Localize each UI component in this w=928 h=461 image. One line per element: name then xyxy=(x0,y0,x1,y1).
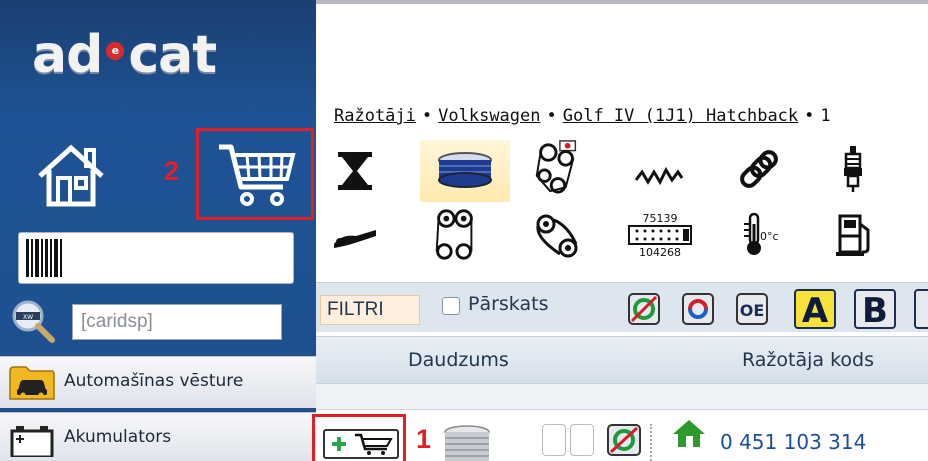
top-divider xyxy=(316,0,928,4)
table-subheader xyxy=(316,384,928,410)
wiper-icon xyxy=(334,230,376,248)
filter-no-substitutes-button[interactable] xyxy=(626,291,662,327)
logo-text-part2: cat xyxy=(128,25,217,85)
annotation-number-1: 1 xyxy=(416,424,432,454)
part-code-link[interactable]: 0 451 103 314 xyxy=(720,430,866,454)
ignition-bottom-digits: 104268 xyxy=(639,246,681,259)
add-to-cart-highlight xyxy=(312,414,406,461)
v-belt-icon xyxy=(536,214,578,258)
logo-text-part1: ad xyxy=(32,25,103,85)
svg-text:XW: XW xyxy=(23,314,33,321)
row-divider xyxy=(650,424,652,461)
category-wiper[interactable] xyxy=(320,208,390,266)
no-swap-icon xyxy=(628,293,660,325)
air-filter-icon xyxy=(438,152,492,188)
table-header: Daudzums Ražotāja kods xyxy=(316,336,928,384)
car-search-input[interactable]: [caridsp] xyxy=(72,304,282,340)
sidebar-item-label: Automašīnas vēsture xyxy=(64,371,244,391)
breadcrumb-separator: • xyxy=(546,106,557,126)
filter-b-button[interactable]: B xyxy=(854,289,896,331)
part-thumbnail-icon[interactable] xyxy=(440,424,494,461)
car-search-icon[interactable]: XW xyxy=(8,298,56,344)
column-manufacturer-code[interactable]: Ražotāja kods xyxy=(742,349,874,371)
temperature-sensor-icon: 0°c xyxy=(744,212,779,255)
breadcrumb-model[interactable]: Golf IV (1J1) Hatchback xyxy=(563,106,798,126)
home-icon[interactable] xyxy=(36,142,106,208)
chain-icon xyxy=(740,150,778,188)
overview-checkbox[interactable] xyxy=(442,297,460,315)
belt-pulley-icon xyxy=(435,209,473,260)
breadcrumb-engine[interactable]: 1 xyxy=(820,106,830,126)
breadcrumb-manufacturers[interactable]: Ražotāji xyxy=(334,106,416,126)
timing-belt-kit-icon xyxy=(535,140,577,194)
sidebar-item-label: Akumulators xyxy=(64,427,172,447)
column-quantity[interactable]: Daudzums xyxy=(408,349,509,371)
category-chain[interactable] xyxy=(724,140,794,198)
local-stock-icon xyxy=(673,420,705,447)
temperature-label: 0°c xyxy=(760,230,779,243)
main-content: Ražotāji • Volkswagen • Golf IV (1J1) Hatchb… xyxy=(312,0,928,461)
car-history-icon xyxy=(9,366,55,400)
breadcrumb: Ražotāji • Volkswagen • Golf IV (1J1) Hatchb… xyxy=(334,106,831,126)
sensor-wave-icon xyxy=(634,166,684,186)
car-search-row: XW [caridsp] xyxy=(6,296,316,344)
filter-bar: FILTRI Pārskats OE A B xyxy=(316,282,928,332)
barcode-icon xyxy=(26,239,62,277)
ignition-top-digits: 75139 xyxy=(643,212,678,225)
breadcrumb-separator: • xyxy=(804,106,815,126)
category-temperature-sensor[interactable]: 0°c xyxy=(726,206,796,264)
ignition-order-icon: 75139 104268 xyxy=(628,212,692,259)
swap-icon xyxy=(682,293,714,325)
category-hourglass[interactable] xyxy=(320,142,390,200)
breadcrumb-make[interactable]: Volkswagen xyxy=(438,106,540,126)
no-swap-icon[interactable] xyxy=(606,424,642,456)
cart-highlight xyxy=(196,128,314,220)
filters-button[interactable]: FILTRI xyxy=(320,295,420,325)
breadcrumb-separator: • xyxy=(421,106,433,126)
option-box[interactable] xyxy=(570,424,594,456)
filter-c-button[interactable] xyxy=(914,289,928,329)
overview-label: Pārskats xyxy=(468,293,549,315)
table-row: 1 0 451 103 314 xyxy=(312,410,928,461)
sidebar-item-car-history[interactable]: Automašīnas vēsture xyxy=(0,356,316,408)
category-v-belt[interactable] xyxy=(522,206,592,264)
spark-plug-icon xyxy=(844,146,862,192)
add-to-cart-button[interactable] xyxy=(323,429,399,459)
oe-text: OE xyxy=(740,301,765,320)
add-to-cart-icon xyxy=(332,433,393,455)
hourglass-icon xyxy=(338,152,372,190)
sidebar: ad e cat 2 XW [caridsp] Automašīnas vēst… xyxy=(0,0,316,461)
fuel-pump-icon xyxy=(836,214,870,256)
battery-icon xyxy=(10,426,54,457)
category-spark-plug[interactable] xyxy=(818,140,888,198)
annotation-number-2: 2 xyxy=(164,156,180,186)
category-belt-pulley[interactable] xyxy=(420,206,490,264)
filter-a-button[interactable]: A xyxy=(794,289,836,331)
logo-dot: e xyxy=(106,42,125,60)
oe-icon: OE xyxy=(736,293,768,325)
app-window: ad e cat 2 XW [caridsp] Automašīnas vēst… xyxy=(0,0,928,461)
barcode-input[interactable] xyxy=(18,232,294,284)
category-sensor[interactable] xyxy=(624,146,694,204)
adcat-logo[interactable]: ad e cat xyxy=(32,24,217,86)
category-air-filter[interactable] xyxy=(420,140,510,202)
option-box[interactable] xyxy=(542,424,566,456)
category-timing-belt-kit[interactable] xyxy=(522,138,592,196)
category-fuel-pump[interactable] xyxy=(818,206,888,264)
filter-oe-button[interactable]: OE xyxy=(734,291,770,327)
filter-swap-button[interactable] xyxy=(680,291,716,327)
sidebar-item-battery[interactable]: Akumulators xyxy=(0,412,316,461)
shopping-cart-icon[interactable] xyxy=(217,141,297,211)
category-ignition-order[interactable]: 75139 104268 xyxy=(618,206,702,264)
